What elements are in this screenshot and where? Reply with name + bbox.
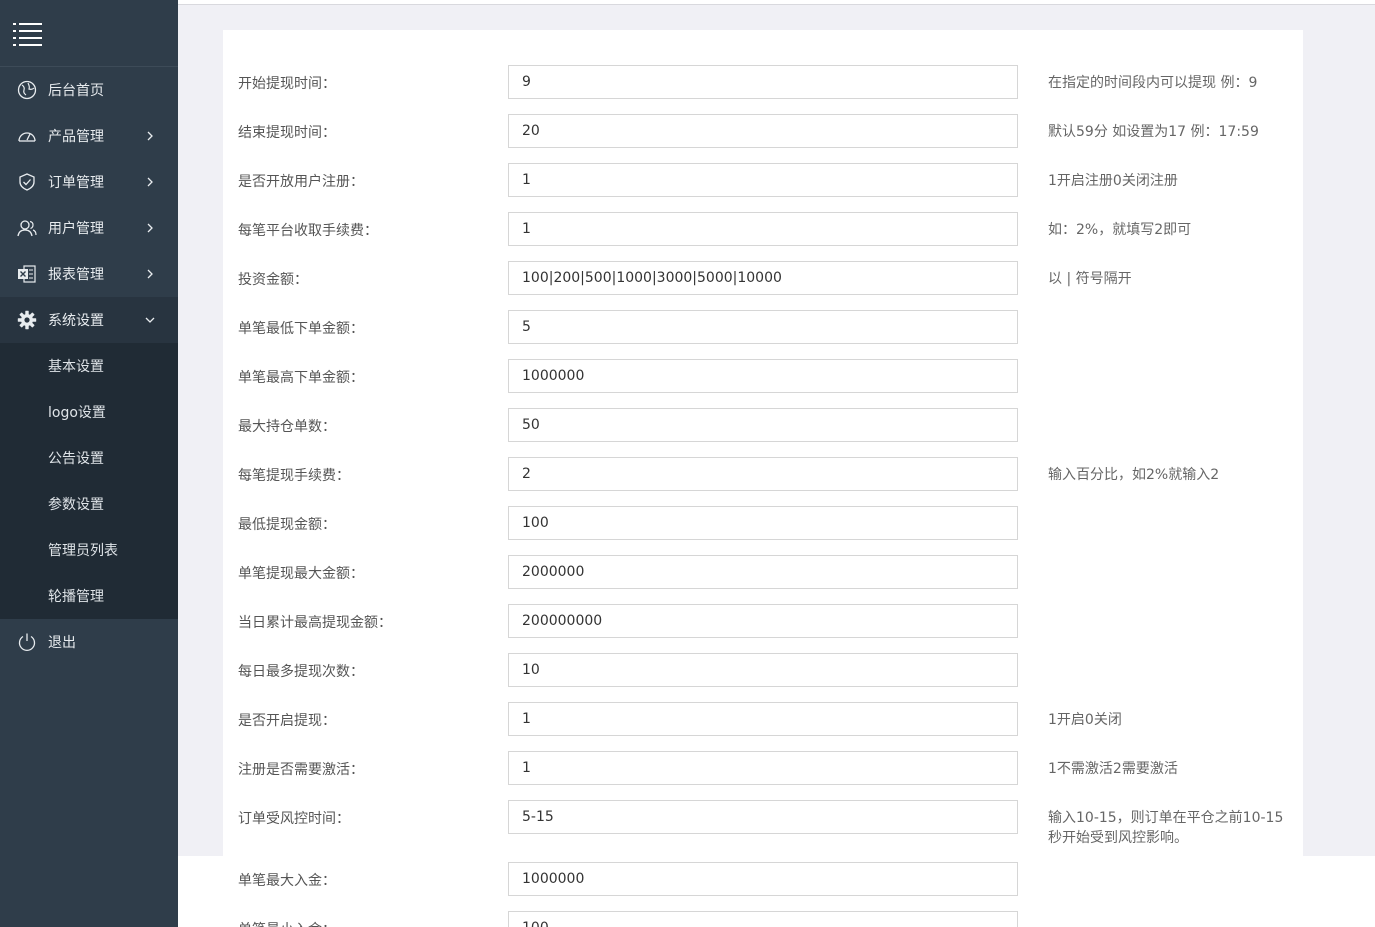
form-hint: 默认59分 如设置为17 例：17:59 [1048,124,1259,140]
form-input[interactable] [508,751,1018,785]
form-input[interactable] [508,310,1018,344]
form-input[interactable] [508,212,1018,246]
form-label: 每日最多提现次数： [238,664,364,680]
form-label: 是否开启提现： [238,713,336,729]
form-row: 投资金额： 以 | 符号隔开 [0,261,1375,295]
form-input[interactable] [508,604,1018,638]
form-row: 单笔最高下单金额： [0,359,1375,393]
form-row: 每笔提现手续费： 输入百分比，如2%就输入2 [0,457,1375,491]
form-hint: 以 | 符号隔开 [1048,271,1132,287]
form-label: 开始提现时间： [238,76,336,92]
form-row: 最低提现金额： [0,506,1375,540]
form-label: 单笔最小入金： [238,919,336,927]
form-hint: 如：2%，就填写2即可 [1048,222,1192,238]
form-row: 订单受风控时间： 输入10-15，则订单在平仓之前10-15秒开始受到风控影响。 [0,800,1375,846]
form-hint: 1不需激活2需要激活 [1048,761,1178,777]
form-label: 最大持仓单数： [238,419,336,435]
form-label: 单笔最低下单金额： [238,321,364,337]
menu-toggle-icon[interactable] [13,22,43,48]
form-label: 单笔最大入金： [238,873,336,889]
form-input[interactable] [508,800,1018,834]
form-input[interactable] [508,862,1018,896]
form-row: 是否开放用户注册： 1开启注册0关闭注册 [0,163,1375,197]
form-label: 每笔平台收取手续费： [238,223,378,239]
form-input[interactable] [508,408,1018,442]
sidebar-header [0,0,178,67]
form-input[interactable] [508,506,1018,540]
form-hint: 1开启0关闭 [1048,712,1122,728]
form-hint: 1开启注册0关闭注册 [1048,173,1178,189]
form-input[interactable] [508,457,1018,491]
form-row: 单笔最低下单金额： [0,310,1375,344]
form-input[interactable] [508,555,1018,589]
form-input[interactable] [508,261,1018,295]
form-label: 每笔提现手续费： [238,468,350,484]
form-row: 最大持仓单数： [0,408,1375,442]
form-input[interactable] [508,65,1018,99]
form-label: 订单受风控时间： [238,811,350,827]
form-input[interactable] [508,702,1018,736]
form-label: 是否开放用户注册： [238,174,364,190]
form-input[interactable] [508,653,1018,687]
form-hint: 输入百分比，如2%就输入2 [1048,467,1220,483]
top-bar [178,0,1375,5]
form-input[interactable] [508,114,1018,148]
form-row: 单笔提现最大金额： [0,555,1375,589]
form-row: 结束提现时间： 默认59分 如设置为17 例：17:59 [0,114,1375,148]
form-row: 单笔最大入金： [0,862,1375,896]
form-input[interactable] [508,911,1018,927]
form-row: 开始提现时间： 在指定的时间段内可以提现 例：9 [0,65,1375,99]
form-row: 单笔最小入金： [0,911,1375,927]
form-row: 每笔平台收取手续费： 如：2%，就填写2即可 [0,212,1375,246]
form-row: 注册是否需要激活： 1不需激活2需要激活 [0,751,1375,785]
form-label: 投资金额： [238,272,308,288]
form-label: 注册是否需要激活： [238,762,364,778]
form-input[interactable] [508,163,1018,197]
form-label: 单笔提现最大金额： [238,566,364,582]
form-label: 当日累计最高提现金额： [238,615,392,631]
form-row: 是否开启提现： 1开启0关闭 [0,702,1375,736]
form-input[interactable] [508,359,1018,393]
form-label: 单笔最高下单金额： [238,370,364,386]
form-row: 每日最多提现次数： [0,653,1375,687]
form-hint: 输入10-15，则订单在平仓之前10-15秒开始受到风控影响。 [1048,810,1284,846]
form-label: 结束提现时间： [238,125,336,141]
form-hint: 在指定的时间段内可以提现 例：9 [1048,75,1258,91]
form-row: 当日累计最高提现金额： [0,604,1375,638]
form-label: 最低提现金额： [238,517,336,533]
